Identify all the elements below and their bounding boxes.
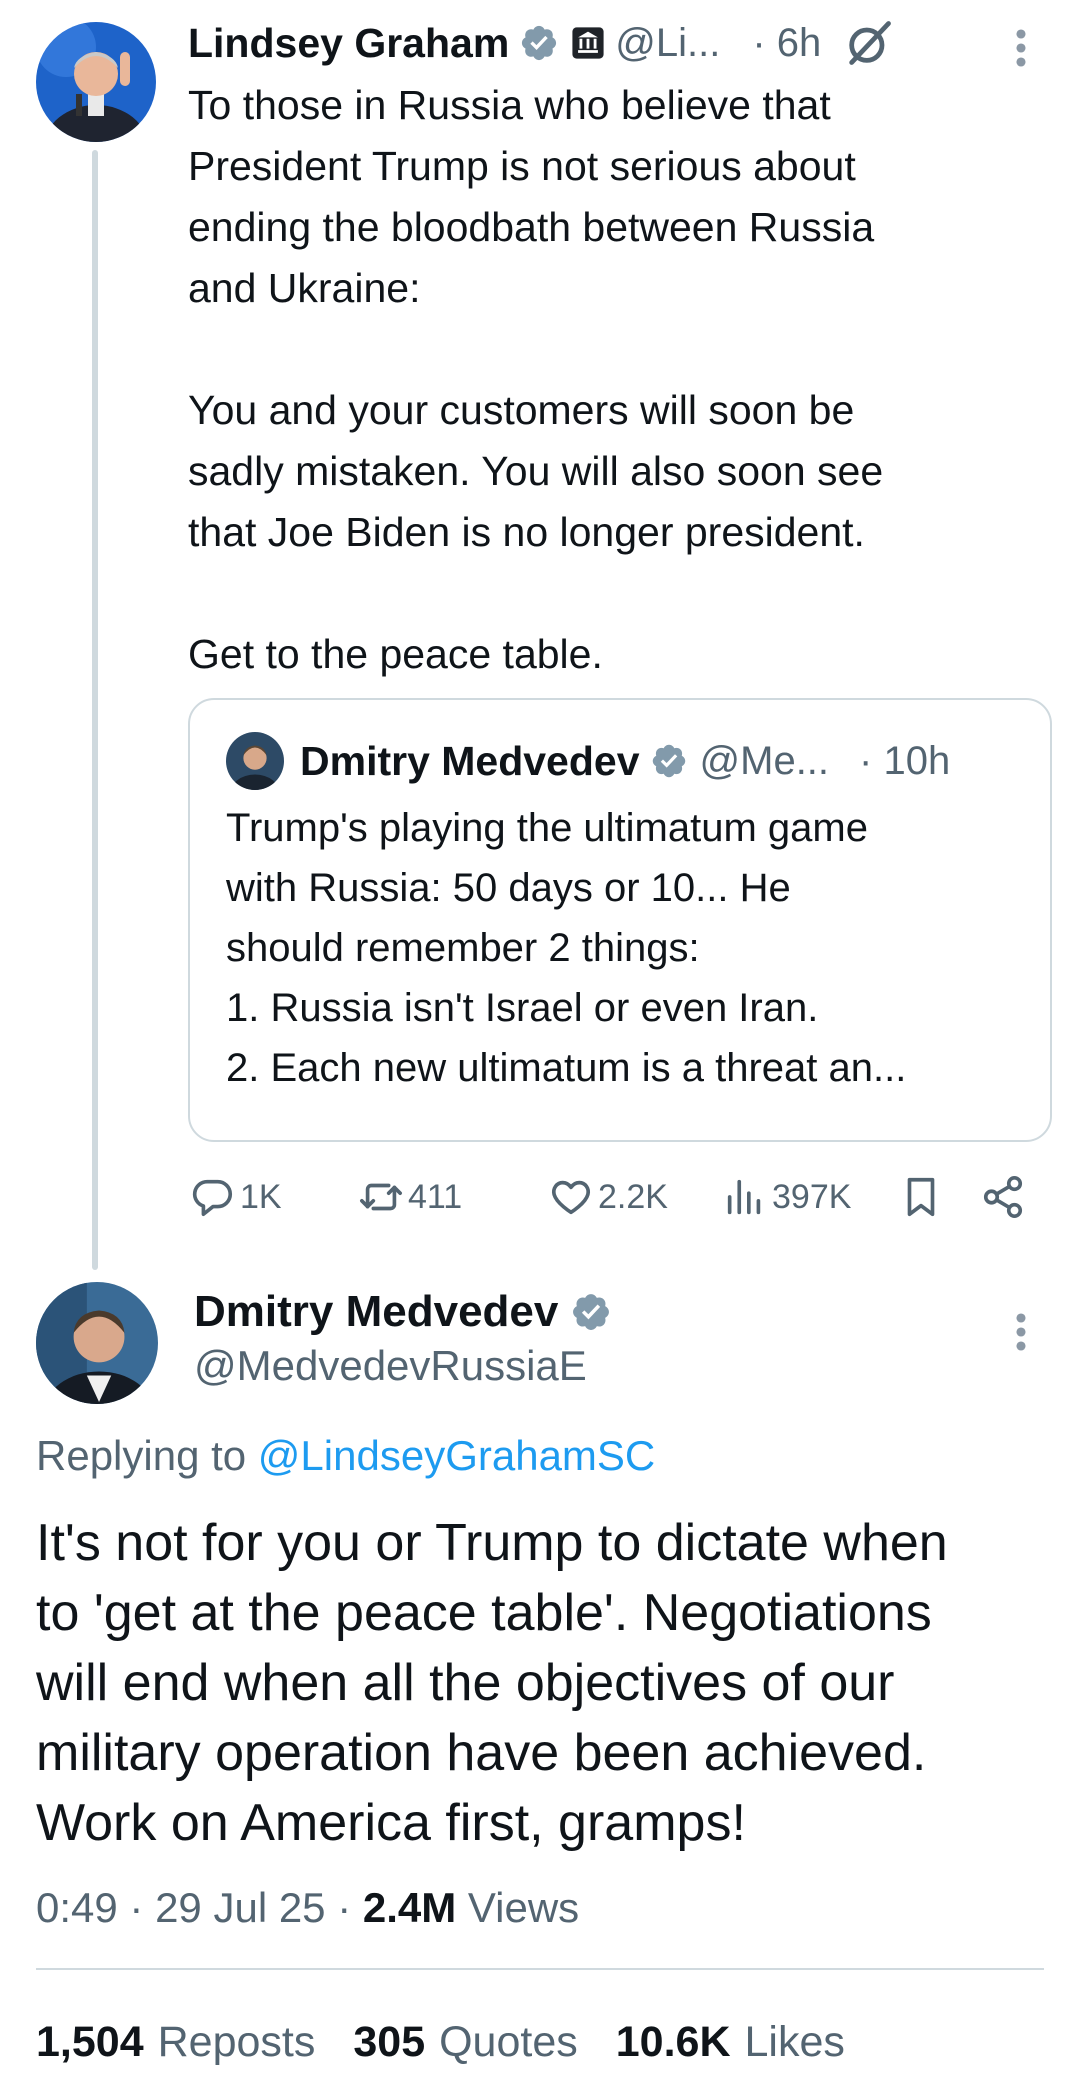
- parent-tweet-text: To those in Russia who believe that Pres…: [188, 75, 1048, 685]
- text-line: It's not for you or Trump to dictate whe…: [36, 1514, 948, 1572]
- grok-icon[interactable]: [843, 17, 895, 69]
- likes-stat[interactable]: 10.6K Likes: [616, 2018, 845, 2067]
- parent-tweet-header: Lindsey Graham @Li... · 6h: [188, 12, 1048, 74]
- likes-count: 10.6K: [615, 2017, 731, 2066]
- tweet-action-bar: 1K 411 2.2K 397K: [190, 1164, 1040, 1230]
- reply-icon: [190, 1174, 236, 1220]
- text-line: should remember 2 things:: [226, 926, 700, 970]
- text-line: ending the bloodbath between Russia: [188, 204, 875, 250]
- replying-to-label: Replying to: [36, 1432, 247, 1479]
- text-line: sadly mistaken. You will also soon see: [188, 448, 884, 494]
- text-line: military operation have been achieved.: [36, 1724, 927, 1782]
- text-line: To those in Russia who believe that: [188, 82, 831, 128]
- repost-count: 411: [408, 1177, 463, 1216]
- repost-icon: [358, 1174, 404, 1220]
- verified-badge-icon[interactable]: [570, 1291, 612, 1333]
- main-author-name-row: Dmitry Medvedev: [194, 1283, 612, 1341]
- reposts-count: 1,504: [36, 2017, 144, 2066]
- text-line: President Trump is not serious about: [188, 143, 856, 189]
- text-line: with Russia: 50 days or 10... He: [226, 866, 791, 910]
- author-handle[interactable]: @MedvedevRussiaE: [194, 1338, 587, 1394]
- quoted-tweet-header: Dmitry Medvedev @Me... · 10h: [300, 730, 950, 792]
- quoted-tweet-time[interactable]: · 10h: [859, 739, 950, 784]
- repost-button[interactable]: 411: [358, 1164, 462, 1230]
- quoted-tweet-card[interactable]: Dmitry Medvedev @Me... · 10h Trump's pla…: [188, 698, 1052, 1142]
- text-line: will end when all the objectives of our: [36, 1654, 895, 1712]
- lindsey-graham-avatar[interactable]: [36, 22, 156, 142]
- reposts-label: Reposts: [157, 2017, 316, 2066]
- bookmark-icon: [898, 1174, 944, 1220]
- quoted-author-avatar: [226, 732, 284, 790]
- views-number: 2.4M: [362, 1884, 457, 1931]
- share-icon: [980, 1174, 1026, 1220]
- text-line: Trump's playing the ultimatum game: [226, 806, 868, 850]
- views-icon: [722, 1174, 768, 1220]
- likes-label: Likes: [744, 2017, 845, 2066]
- author-handle[interactable]: @Li...: [615, 21, 720, 66]
- tweet-time[interactable]: · 6h: [752, 21, 821, 66]
- text-line: 1. Russia isn't Israel or even Iran.: [226, 986, 819, 1030]
- main-tweet-text: It's not for you or Trump to dictate whe…: [36, 1508, 1046, 1858]
- like-icon: [548, 1174, 594, 1220]
- text-line: that Joe Biden is no longer president.: [188, 509, 865, 555]
- bookmark-button[interactable]: [898, 1164, 944, 1230]
- more-options-icon[interactable]: [1014, 26, 1028, 70]
- reposts-stat[interactable]: 1,504 Reposts: [36, 2018, 315, 2067]
- quoted-author-handle[interactable]: @Me...: [700, 739, 830, 784]
- tweet-meta: 0:49 · 29 Jul 25 · 2.4M Views: [36, 1880, 579, 1936]
- text-line: Work on America first, gramps!: [36, 1794, 746, 1852]
- government-badge-icon[interactable]: [571, 26, 605, 60]
- views-count: 397K: [772, 1177, 852, 1216]
- replying-to-line: Replying to @LindseyGrahamSC: [36, 1428, 655, 1484]
- dmitry-medvedev-avatar[interactable]: [36, 1282, 158, 1404]
- quotes-stat[interactable]: 305 Quotes: [353, 2018, 577, 2067]
- views-label: Views: [467, 1884, 580, 1931]
- text-line: to 'get at the peace table'. Negotiation…: [36, 1584, 932, 1642]
- verified-badge-icon[interactable]: [519, 23, 559, 63]
- more-options-icon[interactable]: [1014, 1310, 1028, 1354]
- share-button[interactable]: [980, 1164, 1026, 1230]
- quoted-author-name[interactable]: Dmitry Medvedev: [300, 738, 640, 785]
- tweet-timestamp[interactable]: 0:49 · 29 Jul 25 ·: [36, 1884, 351, 1931]
- quotes-count: 305: [353, 2017, 426, 2066]
- replying-to-mention-link[interactable]: @LindseyGrahamSC: [258, 1432, 655, 1479]
- engagement-stats: 1,504 Reposts 305 Quotes 10.6K Likes: [36, 2012, 883, 2072]
- quotes-label: Quotes: [439, 2017, 578, 2066]
- author-name[interactable]: Lindsey Graham: [188, 20, 509, 67]
- text-line: and Ukraine:: [188, 265, 421, 311]
- like-count: 2.2K: [598, 1177, 668, 1216]
- parent-tweet[interactable]: Lindsey Graham @Li... · 6h To those in R…: [0, 0, 1079, 1270]
- text-line: Get to the peace table.: [188, 631, 603, 677]
- author-name[interactable]: Dmitry Medvedev: [194, 1287, 558, 1337]
- reply-count: 1K: [240, 1177, 282, 1216]
- like-button[interactable]: 2.2K: [548, 1164, 668, 1230]
- text-line: You and your customers will soon be: [188, 387, 855, 433]
- divider: [36, 1968, 1044, 1970]
- verified-badge-icon[interactable]: [650, 742, 688, 780]
- quoted-tweet-text: Trump's playing the ultimatum game with …: [226, 798, 1036, 1098]
- reply-button[interactable]: 1K: [190, 1164, 282, 1230]
- views-button[interactable]: 397K: [722, 1164, 851, 1230]
- text-line: 2. Each new ultimatum is a threat an...: [226, 1046, 907, 1090]
- thread-connector-line: [92, 150, 98, 1270]
